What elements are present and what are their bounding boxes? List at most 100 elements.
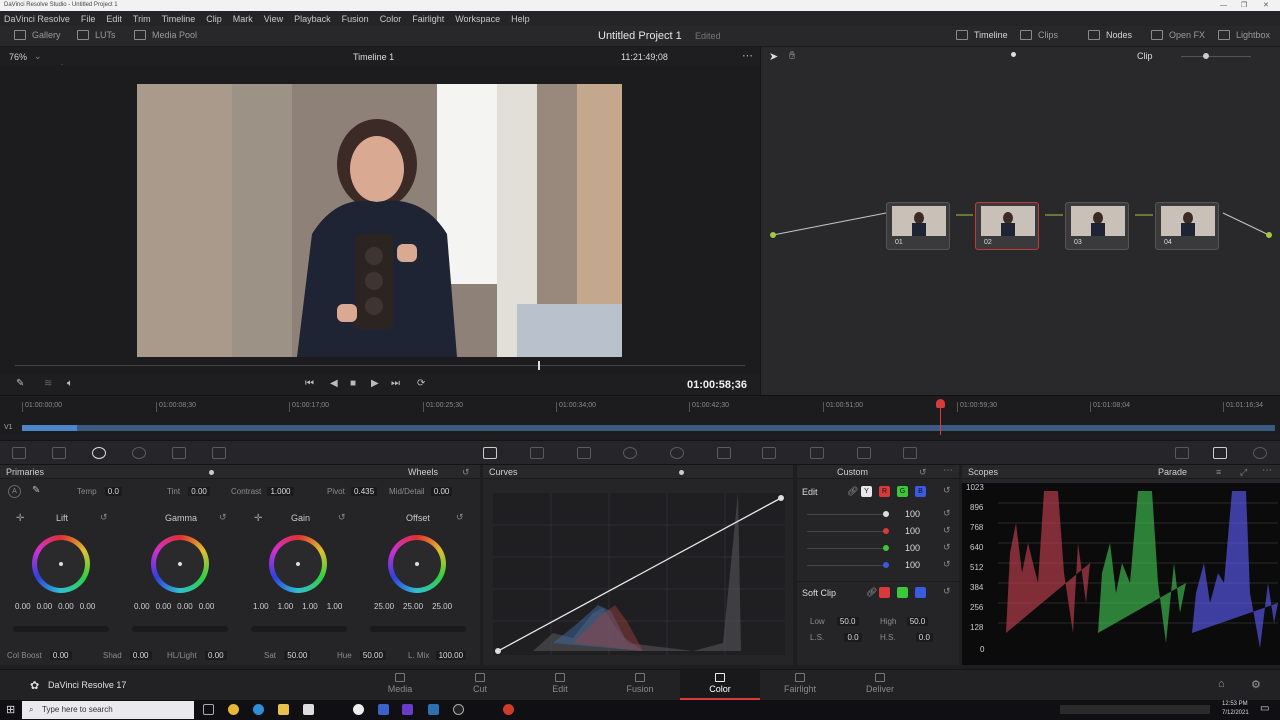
play-icon[interactable]: ▶︎	[371, 378, 379, 389]
g-level-handle[interactable]	[883, 545, 889, 551]
xbox-icon[interactable]	[453, 704, 464, 715]
node-03[interactable]: 03	[1065, 202, 1129, 250]
primaries-page-dot[interactable]	[209, 470, 214, 475]
softclip-low[interactable]: Low 50.0	[810, 617, 859, 626]
g-level-slider[interactable]	[807, 548, 887, 549]
lift-reset-icon[interactable]: ↺	[100, 512, 108, 523]
gamma-wheel[interactable]	[151, 535, 209, 593]
expand-icon[interactable]: ⤢	[1240, 465, 1247, 479]
video-track-clips[interactable]	[22, 425, 1275, 431]
wheels-mode-select[interactable]: Wheels	[408, 465, 438, 479]
timeline-toggle-button[interactable]: Timeline	[956, 30, 1008, 40]
system-tray[interactable]	[1060, 705, 1210, 714]
gain-values[interactable]: 1.00 1.00 1.00 1.00	[253, 602, 342, 611]
reset-icon[interactable]: ↺	[919, 465, 927, 479]
crosshair-icon[interactable]: ✛	[16, 513, 24, 524]
channel-y-toggle[interactable]: Y	[861, 486, 872, 497]
gamma-master-wheel[interactable]	[132, 626, 228, 632]
menu-color[interactable]: Color	[380, 14, 402, 24]
softclip-hs[interactable]: H.S. 0.0	[880, 633, 933, 642]
color-wheels-icon[interactable]	[92, 447, 106, 459]
lmix-control[interactable]: L. Mix 100.00	[408, 651, 467, 660]
scrub-playhead[interactable]	[538, 361, 540, 370]
menu-fairlight[interactable]: Fairlight	[412, 14, 444, 24]
viewer-options-icon[interactable]: ⋯	[742, 49, 753, 62]
scope-settings-icon[interactable]: ≡	[1216, 465, 1221, 479]
g-level-value[interactable]: 100	[905, 543, 920, 553]
color-warper-icon[interactable]	[530, 447, 544, 459]
window-icon[interactable]	[623, 447, 637, 459]
3d-icon[interactable]	[903, 447, 917, 459]
y-level-handle[interactable]	[883, 511, 889, 517]
pivot-control[interactable]: Pivot 0.435	[327, 487, 378, 496]
app-icon[interactable]	[503, 704, 514, 715]
offset-master-wheel[interactable]	[370, 626, 466, 632]
pointer-tool-icon[interactable]: ➤	[769, 50, 778, 63]
curves-icon[interactable]	[483, 447, 497, 459]
skip-end-icon[interactable]: ⏭︎	[391, 378, 400, 389]
menu-clip[interactable]: Clip	[206, 14, 222, 24]
chevron-down-icon[interactable]: ⌄	[34, 51, 42, 62]
menu-workspace[interactable]: Workspace	[455, 14, 500, 24]
auto-balance-icon[interactable]: A	[8, 485, 21, 498]
chrome-icon[interactable]	[228, 704, 239, 715]
page-edit[interactable]: Edit	[530, 673, 590, 694]
reset-icon[interactable]: ↺	[943, 586, 951, 597]
page-fusion[interactable]: Fusion	[610, 673, 670, 694]
color-match-icon[interactable]	[52, 447, 66, 459]
reset-icon[interactable]: ↺	[943, 485, 951, 496]
scrub-bar[interactable]	[15, 365, 745, 366]
notification-icon[interactable]: ▭	[1260, 703, 1269, 714]
edge-icon[interactable]	[253, 704, 264, 715]
reset-icon[interactable]: ↺	[943, 525, 951, 536]
clips-toggle-button[interactable]: Clips	[1020, 30, 1058, 40]
info-icon[interactable]	[1253, 447, 1267, 459]
node-zoom-handle[interactable]	[1203, 53, 1209, 59]
hilight-control[interactable]: HL/Light 0.00	[167, 651, 227, 660]
node-zoom-slider[interactable]	[1181, 56, 1251, 57]
stop-icon[interactable]: ■	[350, 378, 356, 389]
magic-mask-icon[interactable]	[717, 447, 731, 459]
eyedropper-icon[interactable]: ✎	[16, 378, 24, 389]
tracker-icon[interactable]	[670, 447, 684, 459]
gamma-reset-icon[interactable]: ↺	[219, 512, 227, 523]
node-01[interactable]: 01	[886, 202, 950, 250]
softclip-g-toggle[interactable]	[897, 587, 908, 598]
minimize-icon[interactable]: —	[1220, 0, 1227, 11]
sat-control[interactable]: Sat 50.00	[264, 651, 311, 660]
node-02[interactable]: 02	[975, 202, 1039, 250]
gallery-button[interactable]: Gallery	[14, 30, 61, 40]
file-explorer-icon[interactable]	[278, 704, 289, 715]
tint-control[interactable]: Tint 0.00	[167, 487, 210, 496]
steam-icon[interactable]	[428, 704, 439, 715]
options-icon[interactable]: ⋯	[1262, 464, 1272, 478]
page-deliver[interactable]: Deliver	[850, 673, 910, 694]
qualifier-icon[interactable]	[577, 447, 591, 459]
channel-r-toggle[interactable]: R	[879, 486, 890, 497]
softclip-high[interactable]: High 50.0	[880, 617, 929, 626]
motion-effects-icon[interactable]	[212, 447, 226, 459]
menu-mark[interactable]: Mark	[233, 14, 253, 24]
windows-start-icon[interactable]: ⊞	[6, 703, 15, 716]
luts-button[interactable]: LUTs	[77, 30, 116, 40]
taskbar-search-input[interactable]: ⌕ Type here to search	[22, 701, 194, 719]
track-clip-highlight[interactable]	[22, 425, 77, 431]
openfx-toggle-button[interactable]: Open FX	[1151, 30, 1205, 40]
middetail-control[interactable]: Mid/Detail 0.00	[389, 487, 453, 496]
media-pool-button[interactable]: Media Pool	[134, 30, 197, 40]
y-level-value[interactable]: 100	[905, 509, 920, 519]
timeline-name[interactable]: Timeline 1	[353, 52, 394, 62]
b-level-slider[interactable]	[807, 565, 887, 566]
settings-gear-icon[interactable]: ⚙	[1251, 678, 1261, 691]
softclip-b-toggle[interactable]	[915, 587, 926, 598]
node-04[interactable]: 04	[1155, 202, 1219, 250]
menu-timeline[interactable]: Timeline	[162, 14, 196, 24]
menu-file[interactable]: File	[81, 14, 96, 24]
app-icon[interactable]	[378, 704, 389, 715]
hand-tool-icon[interactable]: ✋︎	[789, 50, 795, 63]
scope-mode-select[interactable]: Parade	[1158, 465, 1187, 479]
camera-raw-icon[interactable]	[12, 447, 26, 459]
crosshair-icon[interactable]: ✛	[254, 513, 262, 524]
rgb-mixer-icon[interactable]	[172, 447, 186, 459]
r-level-slider[interactable]	[807, 531, 887, 532]
